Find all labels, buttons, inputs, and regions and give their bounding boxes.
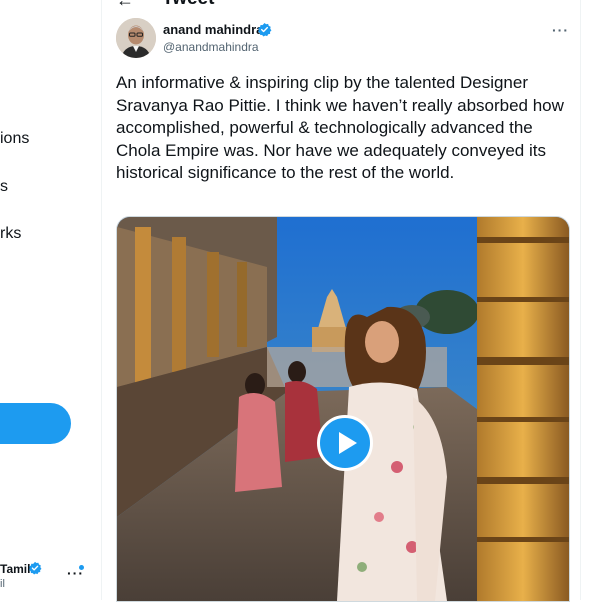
sidebar-item-bookmarks[interactable]: s — [0, 178, 8, 196]
author-handle[interactable]: @anandmahindra — [163, 40, 259, 54]
compose-tweet-button[interactable] — [0, 403, 71, 444]
verified-badge-icon — [258, 22, 272, 37]
play-button[interactable] — [317, 415, 373, 471]
page-title: Tweet — [162, 0, 214, 10]
avatar[interactable] — [116, 18, 156, 58]
notification-dot — [79, 565, 84, 570]
tweet-text: An informative & inspiring clip by the t… — [116, 73, 564, 183]
play-icon — [339, 432, 357, 454]
account-handle: il — [0, 578, 5, 590]
avatar-image — [116, 18, 156, 58]
video-thumbnail — [117, 217, 569, 601]
verified-badge-icon — [29, 561, 42, 575]
sidebar-item-lists[interactable]: ions — [0, 130, 29, 148]
sidebar-item-bookmarks-2[interactable]: rks — [0, 225, 21, 243]
more-icon[interactable]: ··· — [552, 22, 569, 38]
tweet-detail-column: ← Tweet anand mahindra @anandmahindra ··… — [101, 0, 581, 602]
account-switcher[interactable]: Tamil il ··· — [0, 560, 100, 590]
author-name[interactable]: anand mahindra — [163, 22, 263, 37]
account-name: Tamil — [0, 562, 31, 576]
sidebar: ions s rks Tamil il ··· — [0, 0, 100, 600]
video-player[interactable] — [116, 216, 570, 602]
back-arrow-icon[interactable]: ← — [116, 0, 134, 11]
